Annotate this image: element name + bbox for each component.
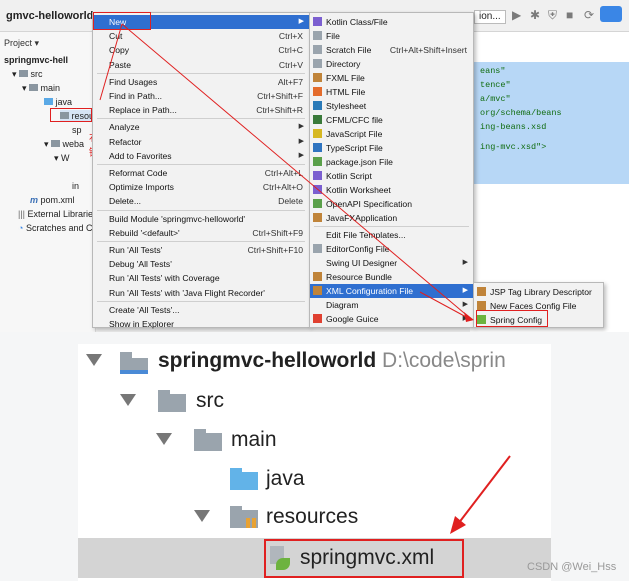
watermark: CSDN @Wei_Hss — [527, 561, 617, 573]
ide-window: gmvc-helloworld ion... ▶ ✱ ⛨ ■ ⟳ Project… — [0, 0, 629, 332]
arrow-head — [450, 516, 466, 534]
zoomed-tree-panel: springmvc-helloworld D:\code\sprin src m… — [78, 344, 551, 581]
arrow-head — [464, 312, 474, 322]
arrow-line — [457, 455, 511, 525]
arrow-line — [99, 23, 123, 101]
annotation-arrows — [99, 23, 474, 322]
screenshot-root: gmvc-helloworld ion... ▶ ✱ ⛨ ■ ⟳ Project… — [0, 0, 629, 581]
arrow-line — [121, 23, 471, 319]
annotation-arrow — [450, 455, 511, 534]
